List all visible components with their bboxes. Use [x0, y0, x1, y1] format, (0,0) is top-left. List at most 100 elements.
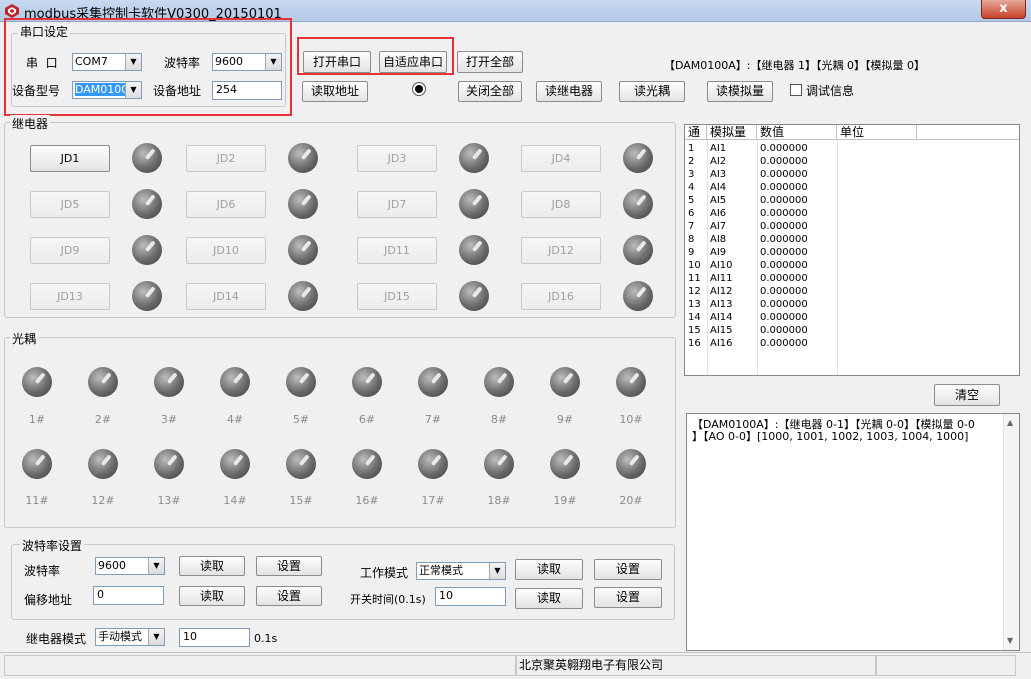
table-cell: 0.000000	[760, 169, 808, 180]
relay-button-6[interactable]: JD6	[186, 191, 266, 218]
table-row[interactable]: 15 AI15 0.000000	[685, 324, 1019, 337]
switch-time-set-button[interactable]: 设置	[594, 587, 662, 608]
chevron-down-icon[interactable]: ▼	[148, 629, 164, 645]
relay-button-16[interactable]: JD16	[521, 283, 601, 310]
table-row[interactable]: 9 AI9 0.000000	[685, 246, 1019, 259]
scroll-down-icon[interactable]: ▼	[1007, 636, 1013, 645]
device-address-input[interactable]: 254	[212, 81, 282, 100]
chevron-down-icon[interactable]: ▼	[148, 558, 164, 574]
opto-indicator-icon	[154, 449, 184, 479]
mode-select[interactable]: 正常模式 ▼	[416, 562, 506, 580]
read-address-button[interactable]: 读取地址	[302, 81, 368, 102]
baud-value: 9600	[215, 55, 243, 68]
relay-mode-select[interactable]: 手动模式 ▼	[95, 628, 165, 646]
table-cell	[837, 233, 917, 246]
baud-select[interactable]: 9600 ▼	[212, 53, 282, 71]
table-cell: AI8	[710, 234, 727, 245]
chevron-down-icon[interactable]: ▼	[125, 82, 141, 98]
relay-button-5[interactable]: JD5	[30, 191, 110, 218]
table-cell: AI4	[710, 182, 727, 193]
table-header-unit[interactable]: 单位	[837, 125, 917, 140]
opto-label: 6#	[358, 413, 376, 426]
chevron-down-icon[interactable]: ▼	[489, 563, 505, 579]
device-info-text: 【DAM0100A】:【继电器 1】【光耦 0】【模拟量 0】	[664, 59, 926, 72]
mode-read-button[interactable]: 读取	[515, 559, 583, 580]
relay-button-3[interactable]: JD3	[357, 145, 437, 172]
table-row[interactable]: 4 AI4 0.000000	[685, 181, 1019, 194]
close-all-button[interactable]: 关闭全部	[458, 81, 522, 102]
table-cell: AI13	[710, 299, 733, 310]
table-cell	[837, 168, 917, 181]
open-port-button[interactable]: 打开串口	[303, 51, 371, 73]
table-header-value[interactable]: 数值	[757, 125, 837, 140]
debug-checkbox[interactable]	[790, 84, 802, 96]
table-row[interactable]: 8 AI8 0.000000	[685, 233, 1019, 246]
model-select[interactable]: DAM0100A ▼	[72, 81, 142, 99]
open-all-button[interactable]: 打开全部	[457, 51, 523, 73]
relay-button-10[interactable]: JD10	[186, 237, 266, 264]
relay-button-8[interactable]: JD8	[521, 191, 601, 218]
addr-label: 设备地址	[153, 84, 202, 98]
opto-indicator-icon	[352, 449, 382, 479]
relay-button-7[interactable]: JD7	[357, 191, 437, 218]
table-row[interactable]: 1 AI1 0.000000	[685, 142, 1019, 155]
clear-button[interactable]: 清空	[934, 384, 1000, 406]
relay-button-13[interactable]: JD13	[30, 283, 110, 310]
table-row[interactable]: 2 AI2 0.000000	[685, 155, 1019, 168]
bs-baud-select[interactable]: 9600 ▼	[95, 557, 165, 575]
radio-dot-icon	[415, 85, 423, 93]
port-select[interactable]: COM7 ▼	[72, 53, 142, 71]
auto-port-button[interactable]: 自适应串口	[379, 51, 447, 73]
company-text: 北京聚英翱翔电子有限公司	[519, 658, 664, 672]
read-analog-button[interactable]: 读模拟量	[707, 81, 773, 102]
table-row[interactable]: 12 AI12 0.000000	[685, 285, 1019, 298]
relay-status-indicator-icon	[623, 281, 653, 311]
table-row[interactable]: 16 AI16 0.000000	[685, 337, 1019, 350]
relay-button-2[interactable]: JD2	[186, 145, 266, 172]
switch-time-read-button[interactable]: 读取	[515, 588, 583, 609]
read-relay-button[interactable]: 读继电器	[536, 81, 602, 102]
bs-read-offset-button[interactable]: 读取	[179, 586, 245, 606]
table-row[interactable]: 10 AI10 0.000000	[685, 259, 1019, 272]
bs-set-offset-button[interactable]: 设置	[256, 586, 322, 606]
table-cell: 0.000000	[760, 208, 808, 219]
mode-set-button[interactable]: 设置	[594, 559, 662, 580]
close-button[interactable]: x	[981, 0, 1026, 19]
relay-button-12[interactable]: JD12	[521, 237, 601, 264]
relay-time-input[interactable]: 10	[179, 628, 250, 647]
table-row[interactable]: 13 AI13 0.000000	[685, 298, 1019, 311]
relay-button-14[interactable]: JD14	[186, 283, 266, 310]
table-cell	[837, 272, 917, 285]
bs-read-baud-button[interactable]: 读取	[179, 556, 245, 576]
table-row[interactable]: 5 AI5 0.000000	[685, 194, 1019, 207]
table-row[interactable]: 14 AI14 0.000000	[685, 311, 1019, 324]
table-row[interactable]: 7 AI7 0.000000	[685, 220, 1019, 233]
relay-button-1[interactable]: JD1	[30, 145, 110, 172]
relay-button-9[interactable]: JD9	[30, 237, 110, 264]
chevron-down-icon[interactable]: ▼	[265, 54, 281, 70]
opto-label: 4#	[226, 413, 244, 426]
opto-indicator-icon	[88, 449, 118, 479]
switch-time-input[interactable]: 10	[435, 587, 506, 606]
table-header-channel[interactable]: 通	[685, 125, 707, 140]
table-row[interactable]: 11 AI11 0.000000	[685, 272, 1019, 285]
radio-icon[interactable]	[412, 82, 426, 96]
serial-settings-label: 串口设定	[18, 23, 71, 40]
read-opto-button[interactable]: 读光耦	[619, 81, 685, 102]
scroll-up-icon[interactable]: ▲	[1007, 418, 1013, 427]
log-textarea[interactable]: 【DAM0100A】:【继电器 0-1】【光耦 0-0】【模拟量 0-0 】【A…	[686, 413, 1020, 651]
analog-table[interactable]: 通 模拟量 数值 单位 1 AI1 0.000000 2 AI2 0.000000 3 AI3…	[684, 124, 1020, 376]
table-row[interactable]: 6 AI6 0.000000	[685, 207, 1019, 220]
table-cell	[837, 285, 917, 298]
relay-status-indicator-icon	[288, 143, 318, 173]
relay-button-4[interactable]: JD4	[521, 145, 601, 172]
chevron-down-icon[interactable]: ▼	[125, 54, 141, 70]
relay-button-11[interactable]: JD11	[357, 237, 437, 264]
table-cell: AI12	[710, 286, 733, 297]
table-header-analog[interactable]: 模拟量	[707, 125, 757, 140]
bs-set-baud-button[interactable]: 设置	[256, 556, 322, 576]
relay-button-15[interactable]: JD15	[357, 283, 437, 310]
log-scrollbar[interactable]: ▲ ▼	[1003, 414, 1019, 650]
table-row[interactable]: 3 AI3 0.000000	[685, 168, 1019, 181]
offset-input[interactable]: 0	[93, 586, 164, 605]
